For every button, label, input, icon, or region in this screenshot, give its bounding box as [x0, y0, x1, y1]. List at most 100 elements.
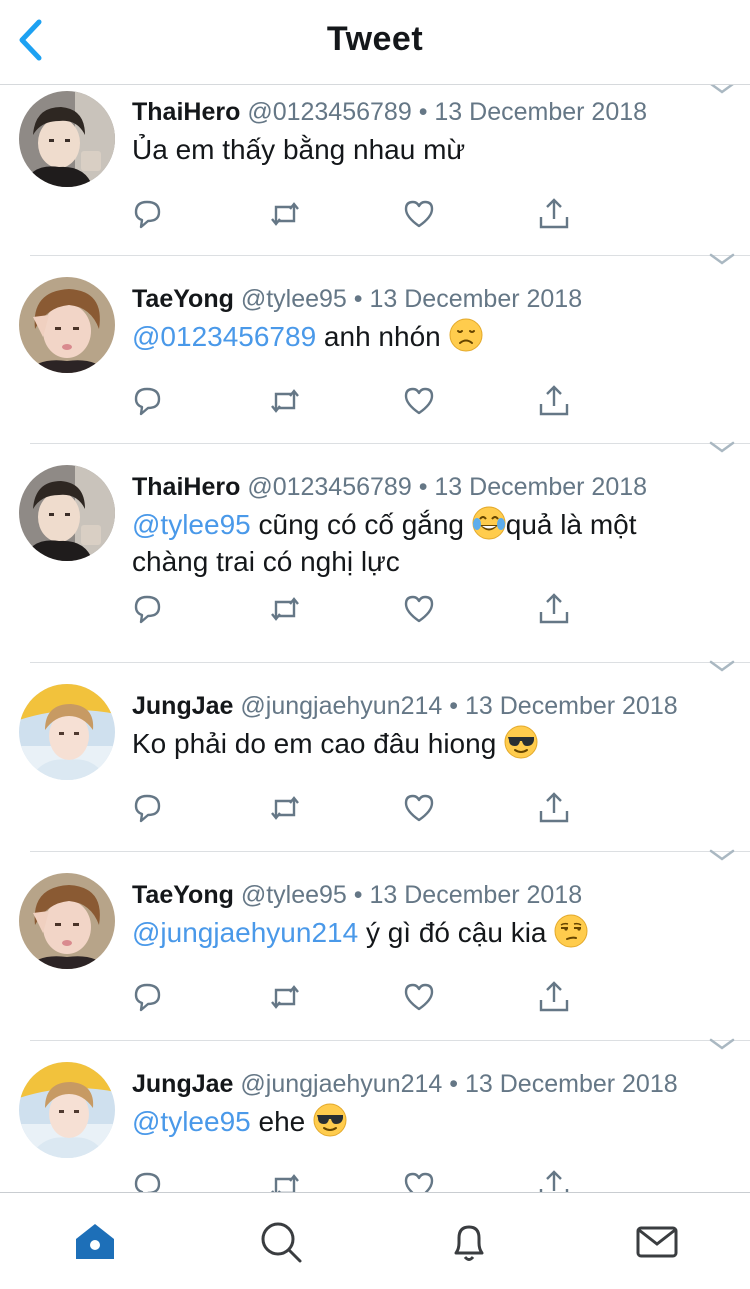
tweet-text: @tylee95 ehe	[132, 1103, 710, 1140]
tweet-meta: ThaiHero @0123456789 • 13 December 2018	[132, 97, 710, 127]
tweet-date: 13 December 2018	[369, 285, 583, 313]
like-icon	[404, 794, 434, 822]
tweet-menu-button[interactable]	[708, 440, 736, 456]
tweet-meta: JungJae @jungjaehyun214 • 13 December 20…	[132, 1069, 710, 1099]
user-handle[interactable]: @tylee95	[241, 881, 347, 909]
retweet-button[interactable]	[268, 592, 302, 626]
share-button[interactable]	[537, 1169, 571, 1192]
tweet-menu-button[interactable]	[708, 1037, 736, 1053]
share-button[interactable]	[537, 791, 571, 825]
reply-icon	[134, 794, 161, 823]
reply-icon	[134, 387, 161, 416]
tweet-item[interactable]: TaeYong @tylee95 • 13 December 2018 @0123…	[19, 253, 750, 444]
retweet-button[interactable]	[268, 791, 302, 825]
tweet-actions	[130, 980, 590, 1020]
tab-notifications[interactable]	[446, 1219, 492, 1265]
avatar-jungjae[interactable]	[19, 684, 115, 780]
tweet-meta: ThaiHero @0123456789 • 13 December 2018	[132, 472, 710, 502]
retweet-button[interactable]	[268, 980, 302, 1014]
tweet-menu-button[interactable]	[708, 252, 736, 268]
like-button[interactable]	[402, 197, 436, 231]
disappointed-face-emoji	[449, 318, 483, 352]
separator-dot: •	[418, 98, 428, 126]
user-handle[interactable]: @0123456789	[247, 98, 411, 126]
tab-search[interactable]	[258, 1219, 304, 1265]
like-button[interactable]	[402, 1169, 436, 1192]
avatar-taeyong[interactable]	[19, 277, 115, 373]
page-title: Tweet	[326, 20, 424, 58]
tears-of-joy-emoji	[472, 506, 506, 540]
tweet-item[interactable]: ThaiHero @0123456789 • 13 December 2018 @…	[19, 441, 750, 663]
tweet-meta: TaeYong @tylee95 • 13 December 2018	[132, 284, 710, 314]
mention-link[interactable]: @tylee95	[132, 509, 251, 540]
avatar-thaihero[interactable]	[19, 465, 115, 561]
chevron-down-icon	[709, 253, 735, 265]
tweet-meta: JungJae @jungjaehyun214 • 13 December 20…	[132, 691, 710, 721]
tweet-item[interactable]: TaeYong @tylee95 • 13 December 2018 @jung…	[19, 849, 750, 1041]
retweet-button[interactable]	[268, 384, 302, 418]
tweet-actions	[130, 197, 590, 237]
display-name[interactable]: TaeYong	[132, 881, 234, 909]
share-icon	[539, 198, 569, 229]
share-button[interactable]	[537, 592, 571, 626]
tweet-text: Ko phải do em cao đâu hiong	[132, 725, 710, 762]
like-button[interactable]	[402, 980, 436, 1014]
reply-button[interactable]	[130, 980, 164, 1014]
like-button[interactable]	[402, 592, 436, 626]
tab-messages[interactable]	[634, 1219, 680, 1265]
share-button[interactable]	[537, 384, 571, 418]
tweet-menu-button[interactable]	[708, 848, 736, 864]
tweet-menu-button[interactable]	[708, 659, 736, 675]
reply-button[interactable]	[130, 384, 164, 418]
like-button[interactable]	[402, 791, 436, 825]
mention-link[interactable]: @jungjaehyun214	[132, 917, 358, 948]
tweet-text: @jungjaehyun214 ý gì đó cậu kia	[132, 914, 710, 951]
avatar-jungjae[interactable]	[19, 1062, 115, 1158]
separator-dot: •	[418, 473, 428, 501]
user-handle[interactable]: @jungjaehyun214	[240, 1070, 442, 1098]
avatar-thaihero[interactable]	[19, 91, 115, 187]
reply-button[interactable]	[130, 791, 164, 825]
tweet-text: @tylee95 cũng có cố gắng quả là một chàn…	[132, 506, 710, 580]
separator-dot: •	[449, 1070, 459, 1098]
tweet-item[interactable]: JungJae @jungjaehyun214 • 13 December 20…	[19, 660, 750, 852]
reply-thread[interactable]: ThaiHero @0123456789 • 13 December 2018 Ủ…	[0, 85, 750, 1192]
mention-link[interactable]: @0123456789	[132, 321, 316, 352]
tweet-item[interactable]: ThaiHero @0123456789 • 13 December 2018 Ủ…	[19, 85, 750, 256]
user-handle[interactable]: @tylee95	[241, 285, 347, 313]
mention-link[interactable]: @tylee95	[132, 1106, 251, 1137]
reply-icon	[134, 1172, 161, 1192]
display-name[interactable]: JungJae	[132, 692, 233, 720]
tweet-actions	[130, 791, 590, 831]
display-name[interactable]: ThaiHero	[132, 98, 240, 126]
share-icon	[539, 1170, 569, 1192]
like-icon	[404, 595, 434, 623]
user-handle[interactable]: @jungjaehyun214	[240, 692, 442, 720]
share-button[interactable]	[537, 197, 571, 231]
avatar-taeyong[interactable]	[19, 873, 115, 969]
tab-home[interactable]	[72, 1219, 118, 1265]
sunglasses-face-emoji	[504, 725, 538, 759]
reply-button[interactable]	[130, 197, 164, 231]
separator-dot: •	[353, 881, 363, 909]
reply-button[interactable]	[130, 1169, 164, 1192]
tweet-actions	[130, 592, 590, 632]
tweet-date: 13 December 2018	[434, 473, 648, 501]
retweet-button[interactable]	[268, 197, 302, 231]
display-name[interactable]: TaeYong	[132, 285, 234, 313]
retweet-icon	[271, 202, 299, 226]
retweet-button[interactable]	[268, 1169, 302, 1192]
home-icon	[76, 1224, 114, 1259]
tweet-item[interactable]: JungJae @jungjaehyun214 • 13 December 20…	[19, 1038, 750, 1192]
tweet-menu-button[interactable]	[708, 85, 736, 97]
like-icon	[404, 983, 434, 1011]
reply-button[interactable]	[130, 592, 164, 626]
share-button[interactable]	[537, 980, 571, 1014]
tweet-text: @0123456789 anh nhón	[132, 318, 710, 355]
display-name[interactable]: ThaiHero	[132, 473, 240, 501]
user-handle[interactable]: @0123456789	[247, 473, 411, 501]
tweet-text: Ủa em thấy bằng nhau mừ	[132, 131, 710, 168]
like-button[interactable]	[402, 384, 436, 418]
display-name[interactable]: JungJae	[132, 1070, 233, 1098]
chevron-down-icon	[709, 660, 735, 672]
